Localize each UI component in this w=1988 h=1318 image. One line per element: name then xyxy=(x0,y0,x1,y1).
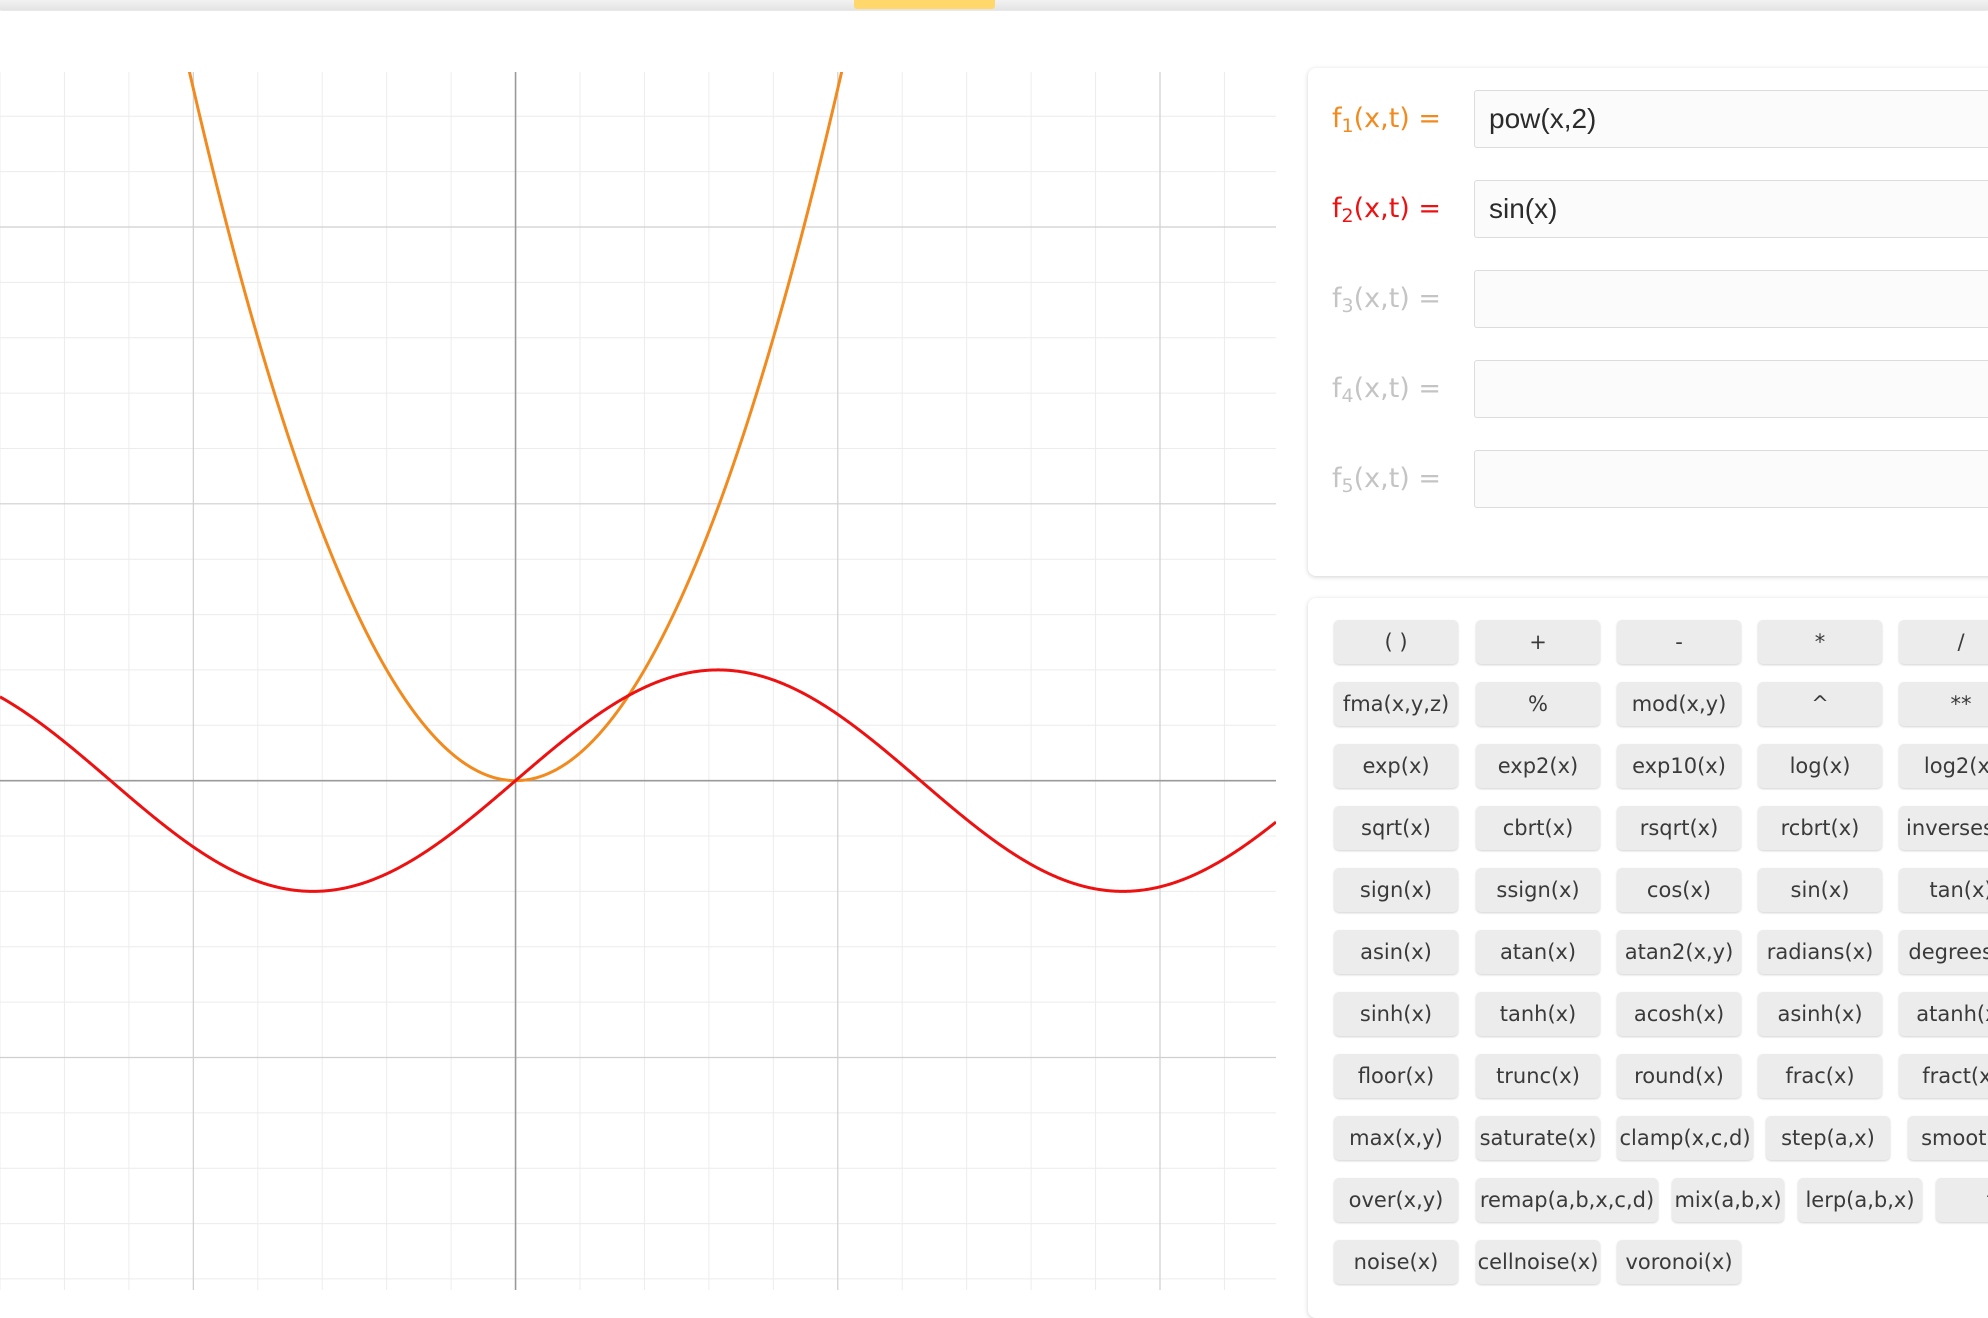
insert-button-atan2-x-y[interactable]: atan2(x,y) xyxy=(1617,930,1741,974)
function-row-1: f1(x,t) = xyxy=(1308,88,1988,150)
function-label-index: 5 xyxy=(1341,475,1354,497)
graph-canvas[interactable] xyxy=(0,72,1276,1290)
insert-button-saturate-x[interactable]: saturate(x) xyxy=(1476,1116,1600,1160)
function-row-2: f2(x,t) = xyxy=(1308,178,1988,240)
insert-button-lerp-a-b-x[interactable]: lerp(a,b,x) xyxy=(1798,1178,1922,1222)
function-label-args: (x,t) = xyxy=(1353,373,1442,404)
insert-button-voronoi-x[interactable]: voronoi(x) xyxy=(1617,1240,1741,1284)
browser-top-bar xyxy=(0,0,1988,10)
insert-button-sin-x[interactable]: sin(x) xyxy=(1758,868,1882,912)
insert-button-sqrt-x[interactable]: sqrt(x) xyxy=(1334,806,1458,850)
insert-button-round-x[interactable]: round(x) xyxy=(1617,1054,1741,1098)
insert-button-radians-x[interactable]: radians(x) xyxy=(1758,930,1882,974)
graph-svg[interactable] xyxy=(0,72,1276,1290)
function-row-3: f3(x,t) = xyxy=(1308,268,1988,330)
insert-button-tan-x[interactable]: tan(x) xyxy=(1899,868,1988,912)
function-label-name: f xyxy=(1332,463,1342,494)
insert-button-cbrt-x[interactable]: cbrt(x) xyxy=(1476,806,1600,850)
insert-button-log-x[interactable]: log(x) xyxy=(1758,744,1882,788)
insert-button-log2-x[interactable]: log2(x) xyxy=(1899,744,1988,788)
insert-button-clamp-x-c-d[interactable]: clamp(x,c,d) xyxy=(1617,1116,1753,1160)
insert-button-frac-x[interactable]: frac(x) xyxy=(1758,1054,1882,1098)
insert-button-op[interactable]: ^ xyxy=(1758,682,1882,726)
curves xyxy=(0,72,1276,893)
insert-button-asin-x[interactable]: asin(x) xyxy=(1334,930,1458,974)
insert-button-tanh-x[interactable]: tanh(x) xyxy=(1476,992,1600,1036)
expression-panel: f1(x,t) =f2(x,t) =f3(x,t) =f4(x,t) =f5(x… xyxy=(1308,68,1988,576)
function-label-name: f xyxy=(1332,373,1342,404)
insert-button-floor-x[interactable]: floor(x) xyxy=(1334,1054,1458,1098)
function-label-name: f xyxy=(1332,103,1342,134)
insert-button-max-x-y[interactable]: max(x,y) xyxy=(1334,1116,1458,1160)
function-button-panel: ( ) + - * / fma(x,y,z)% mod(x,y) ^ ** exp(x) exp2(… xyxy=(1308,598,1988,1318)
function-label-index: 3 xyxy=(1341,295,1354,317)
insert-button-op[interactable]: / xyxy=(1899,620,1988,664)
insert-button-tri[interactable]: tri xyxy=(1936,1178,1988,1222)
insert-button-acosh-x[interactable]: acosh(x) xyxy=(1617,992,1741,1036)
insert-button-ssign-x[interactable]: ssign(x) xyxy=(1476,868,1600,912)
insert-button-asinh-x[interactable]: asinh(x) xyxy=(1758,992,1882,1036)
insert-button-exp-x[interactable]: exp(x) xyxy=(1334,744,1458,788)
function-label-2: f2(x,t) = xyxy=(1332,188,1441,230)
insert-button-fract-x[interactable]: fract(x) xyxy=(1899,1054,1988,1098)
function-label-3: f3(x,t) = xyxy=(1332,278,1441,320)
function-input-5[interactable] xyxy=(1474,450,1988,508)
insert-button-trunc-x[interactable]: trunc(x) xyxy=(1476,1054,1600,1098)
function-label-args: (x,t) = xyxy=(1353,103,1442,134)
function-label-name: f xyxy=(1332,283,1342,314)
insert-button-op[interactable]: % xyxy=(1476,682,1600,726)
insert-button-step-a-x[interactable]: step(a,x) xyxy=(1766,1116,1890,1160)
insert-button-inversesqr[interactable]: inversesqr xyxy=(1899,806,1988,850)
insert-button-rcbrt-x[interactable]: rcbrt(x) xyxy=(1758,806,1882,850)
function-label-index: 4 xyxy=(1341,385,1354,407)
function-label-args: (x,t) = xyxy=(1353,283,1442,314)
insert-button-rsqrt-x[interactable]: rsqrt(x) xyxy=(1617,806,1741,850)
function-label-args: (x,t) = xyxy=(1353,463,1442,494)
function-row-4: f4(x,t) = xyxy=(1308,358,1988,420)
function-row-5: f5(x,t) = xyxy=(1308,448,1988,510)
insert-button-sign-x[interactable]: sign(x) xyxy=(1334,868,1458,912)
insert-button-noise-x[interactable]: noise(x) xyxy=(1334,1240,1458,1284)
insert-button-mix-a-b-x[interactable]: mix(a,b,x) xyxy=(1672,1178,1784,1222)
function-label-5: f5(x,t) = xyxy=(1332,458,1441,500)
function-label-1: f1(x,t) = xyxy=(1332,98,1441,140)
function-input-1[interactable] xyxy=(1474,90,1988,148)
function-input-2[interactable] xyxy=(1474,180,1988,238)
function-input-4[interactable] xyxy=(1474,360,1988,418)
insert-button-smoothst[interactable]: smoothst xyxy=(1908,1116,1988,1160)
insert-button-mod-x-y[interactable]: mod(x,y) xyxy=(1617,682,1741,726)
function-label-name: f xyxy=(1332,193,1342,224)
insert-button-exp2-x[interactable]: exp2(x) xyxy=(1476,744,1600,788)
insert-button-sinh-x[interactable]: sinh(x) xyxy=(1334,992,1458,1036)
insert-button-over-x-y[interactable]: over(x,y) xyxy=(1334,1178,1458,1222)
insert-button-exp10-x[interactable]: exp10(x) xyxy=(1617,744,1741,788)
insert-button-degrees-x[interactable]: degrees(x xyxy=(1899,930,1988,974)
insert-button-op[interactable]: + xyxy=(1476,620,1600,664)
header-strip xyxy=(0,11,1988,71)
insert-button-op[interactable]: - xyxy=(1617,620,1741,664)
insert-button-fma-x-y-z[interactable]: fma(x,y,z) xyxy=(1334,682,1458,726)
function-label-args: (x,t) = xyxy=(1353,193,1442,224)
insert-button-remap-a-b-x-c-d[interactable]: remap(a,b,x,c,d) xyxy=(1476,1178,1658,1222)
insert-button-cellnoise-x[interactable]: cellnoise(x) xyxy=(1476,1240,1600,1284)
insert-button-op[interactable]: ( ) xyxy=(1334,620,1458,664)
insert-button-atanh-x[interactable]: atanh(x) xyxy=(1899,992,1988,1036)
function-label-index: 1 xyxy=(1341,115,1354,137)
insert-button-cos-x[interactable]: cos(x) xyxy=(1617,868,1741,912)
insert-button-op[interactable]: ** xyxy=(1899,682,1988,726)
active-tab-indicator xyxy=(854,0,995,9)
function-input-3[interactable] xyxy=(1474,270,1988,328)
function-label-index: 2 xyxy=(1341,205,1354,227)
function-label-4: f4(x,t) = xyxy=(1332,368,1441,410)
insert-button-op[interactable]: * xyxy=(1758,620,1882,664)
insert-button-atan-x[interactable]: atan(x) xyxy=(1476,930,1600,974)
